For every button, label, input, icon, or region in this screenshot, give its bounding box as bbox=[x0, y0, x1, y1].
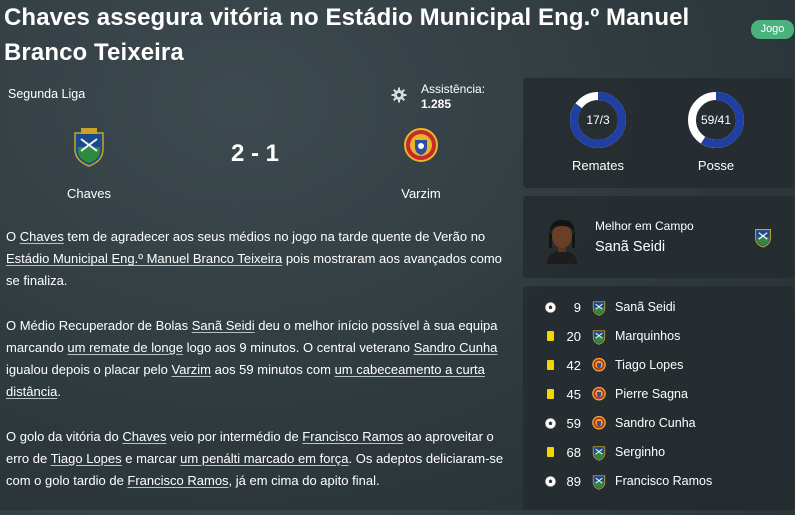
chaves-crest-icon bbox=[592, 301, 606, 316]
event-player[interactable]: Tiago Lopes bbox=[615, 358, 683, 372]
shots-ring: 17/3 bbox=[568, 90, 628, 150]
motm-team-crest-icon bbox=[755, 229, 771, 248]
chaves-crest-icon bbox=[592, 446, 606, 461]
stadium-icon bbox=[391, 87, 407, 103]
event-minute: 89 bbox=[566, 474, 581, 489]
match-events-list: 9 Sanã Seidi 20 Marquinhos 42 Tiago Lopes 45 Pi… bbox=[523, 286, 794, 510]
chaves-crest-icon[interactable] bbox=[72, 127, 106, 167]
match-stats-card: 17/3 Remates 59/41 Posse bbox=[523, 78, 794, 188]
varzim-crest-icon bbox=[592, 415, 606, 430]
report-paragraph-2: O Médio Recuperador de Bolas Sanã Seidi … bbox=[6, 317, 498, 400]
event-row[interactable]: 59 Sandro Cunha bbox=[523, 410, 794, 439]
link-sandro-cunha[interactable]: Sandro Cunha bbox=[414, 340, 498, 355]
match-score: 2 - 1 bbox=[230, 140, 280, 167]
event-minute: 20 bbox=[566, 329, 581, 344]
event-row[interactable]: 68 Serginho bbox=[523, 439, 794, 468]
goal-ball-icon bbox=[545, 476, 556, 487]
event-player[interactable]: Serginho bbox=[615, 445, 665, 459]
event-row[interactable]: 42 Tiago Lopes bbox=[523, 352, 794, 381]
possession-ring: 59/41 bbox=[686, 90, 746, 150]
link-tiago-lopes[interactable]: Tiago Lopes bbox=[51, 451, 122, 466]
attendance-value: 1.285 bbox=[421, 97, 452, 111]
event-player[interactable]: Marquinhos bbox=[615, 329, 680, 343]
link-goal-1[interactable]: um remate de longe bbox=[67, 340, 183, 355]
link-chaves-2[interactable]: Chaves bbox=[122, 429, 166, 444]
yellow-card-icon bbox=[547, 389, 554, 399]
yellow-card-icon bbox=[547, 360, 554, 370]
event-player[interactable]: Pierre Sagna bbox=[615, 387, 688, 401]
event-player[interactable]: Sanã Seidi bbox=[615, 300, 675, 314]
event-row[interactable]: 20 Marquinhos bbox=[523, 323, 794, 352]
match-headline: Chaves assegura vitória no Estádio Munic… bbox=[4, 4, 690, 66]
goal-ball-icon bbox=[545, 418, 556, 429]
shots-value: 17/3 bbox=[586, 113, 610, 127]
event-row[interactable]: 45 Pierre Sagna bbox=[523, 381, 794, 410]
match-report: O Chaves tem de agradecer aos seus médio… bbox=[6, 226, 511, 515]
link-stadium[interactable]: Estádio Municipal Eng.º Manuel Branco Te… bbox=[6, 251, 282, 266]
varzim-crest-icon bbox=[592, 357, 606, 372]
link-sana-seidi[interactable]: Sanã Seidi bbox=[192, 318, 255, 333]
link-francisco-ramos[interactable]: Francisco Ramos bbox=[302, 429, 403, 444]
motm-label: Melhor em Campo bbox=[595, 219, 694, 233]
event-minute: 68 bbox=[566, 445, 581, 460]
attendance-label: Assistência: bbox=[421, 82, 486, 96]
shots-label: Remates bbox=[571, 158, 625, 173]
link-francisco-ramos-2[interactable]: Francisco Ramos bbox=[127, 473, 228, 488]
link-varzim[interactable]: Varzim bbox=[172, 362, 211, 377]
goal-ball-icon bbox=[545, 302, 556, 313]
yellow-card-icon bbox=[547, 331, 554, 341]
possession-value: 59/41 bbox=[700, 113, 732, 127]
report-paragraph-3: O golo da vitória do Chaves veio por int… bbox=[6, 428, 504, 489]
event-minute: 59 bbox=[566, 416, 581, 431]
event-row[interactable]: 89 Francisco Ramos bbox=[523, 468, 794, 497]
event-minute: 9 bbox=[573, 300, 581, 315]
varzim-crest-icon bbox=[592, 386, 606, 401]
event-minute: 42 bbox=[566, 358, 581, 373]
match-badge[interactable]: Jogo bbox=[751, 20, 794, 39]
yellow-card-icon bbox=[547, 447, 554, 457]
home-team-name[interactable]: Chaves bbox=[29, 186, 149, 201]
event-row[interactable]: 9 Sanã Seidi bbox=[523, 294, 794, 323]
league-name[interactable]: Segunda Liga bbox=[8, 87, 85, 101]
away-team-name[interactable]: Varzim bbox=[361, 186, 481, 201]
man-of-the-match-card[interactable]: Melhor em Campo Sanã Seidi bbox=[523, 196, 794, 278]
motm-player-name[interactable]: Sanã Seidi bbox=[595, 239, 665, 255]
event-player[interactable]: Francisco Ramos bbox=[615, 474, 712, 488]
player-avatar[interactable] bbox=[543, 218, 581, 264]
event-player[interactable]: Sandro Cunha bbox=[615, 416, 696, 430]
possession-label: Posse bbox=[697, 158, 735, 173]
chaves-crest-icon bbox=[592, 475, 606, 490]
event-minute: 45 bbox=[566, 387, 581, 402]
varzim-crest-icon[interactable] bbox=[404, 127, 438, 167]
report-paragraph-1: O Chaves tem de agradecer aos seus médio… bbox=[6, 229, 502, 289]
chaves-crest-icon bbox=[592, 330, 606, 345]
link-goal-3[interactable]: um penálti marcado em força bbox=[180, 451, 348, 466]
link-chaves[interactable]: Chaves bbox=[20, 229, 64, 244]
